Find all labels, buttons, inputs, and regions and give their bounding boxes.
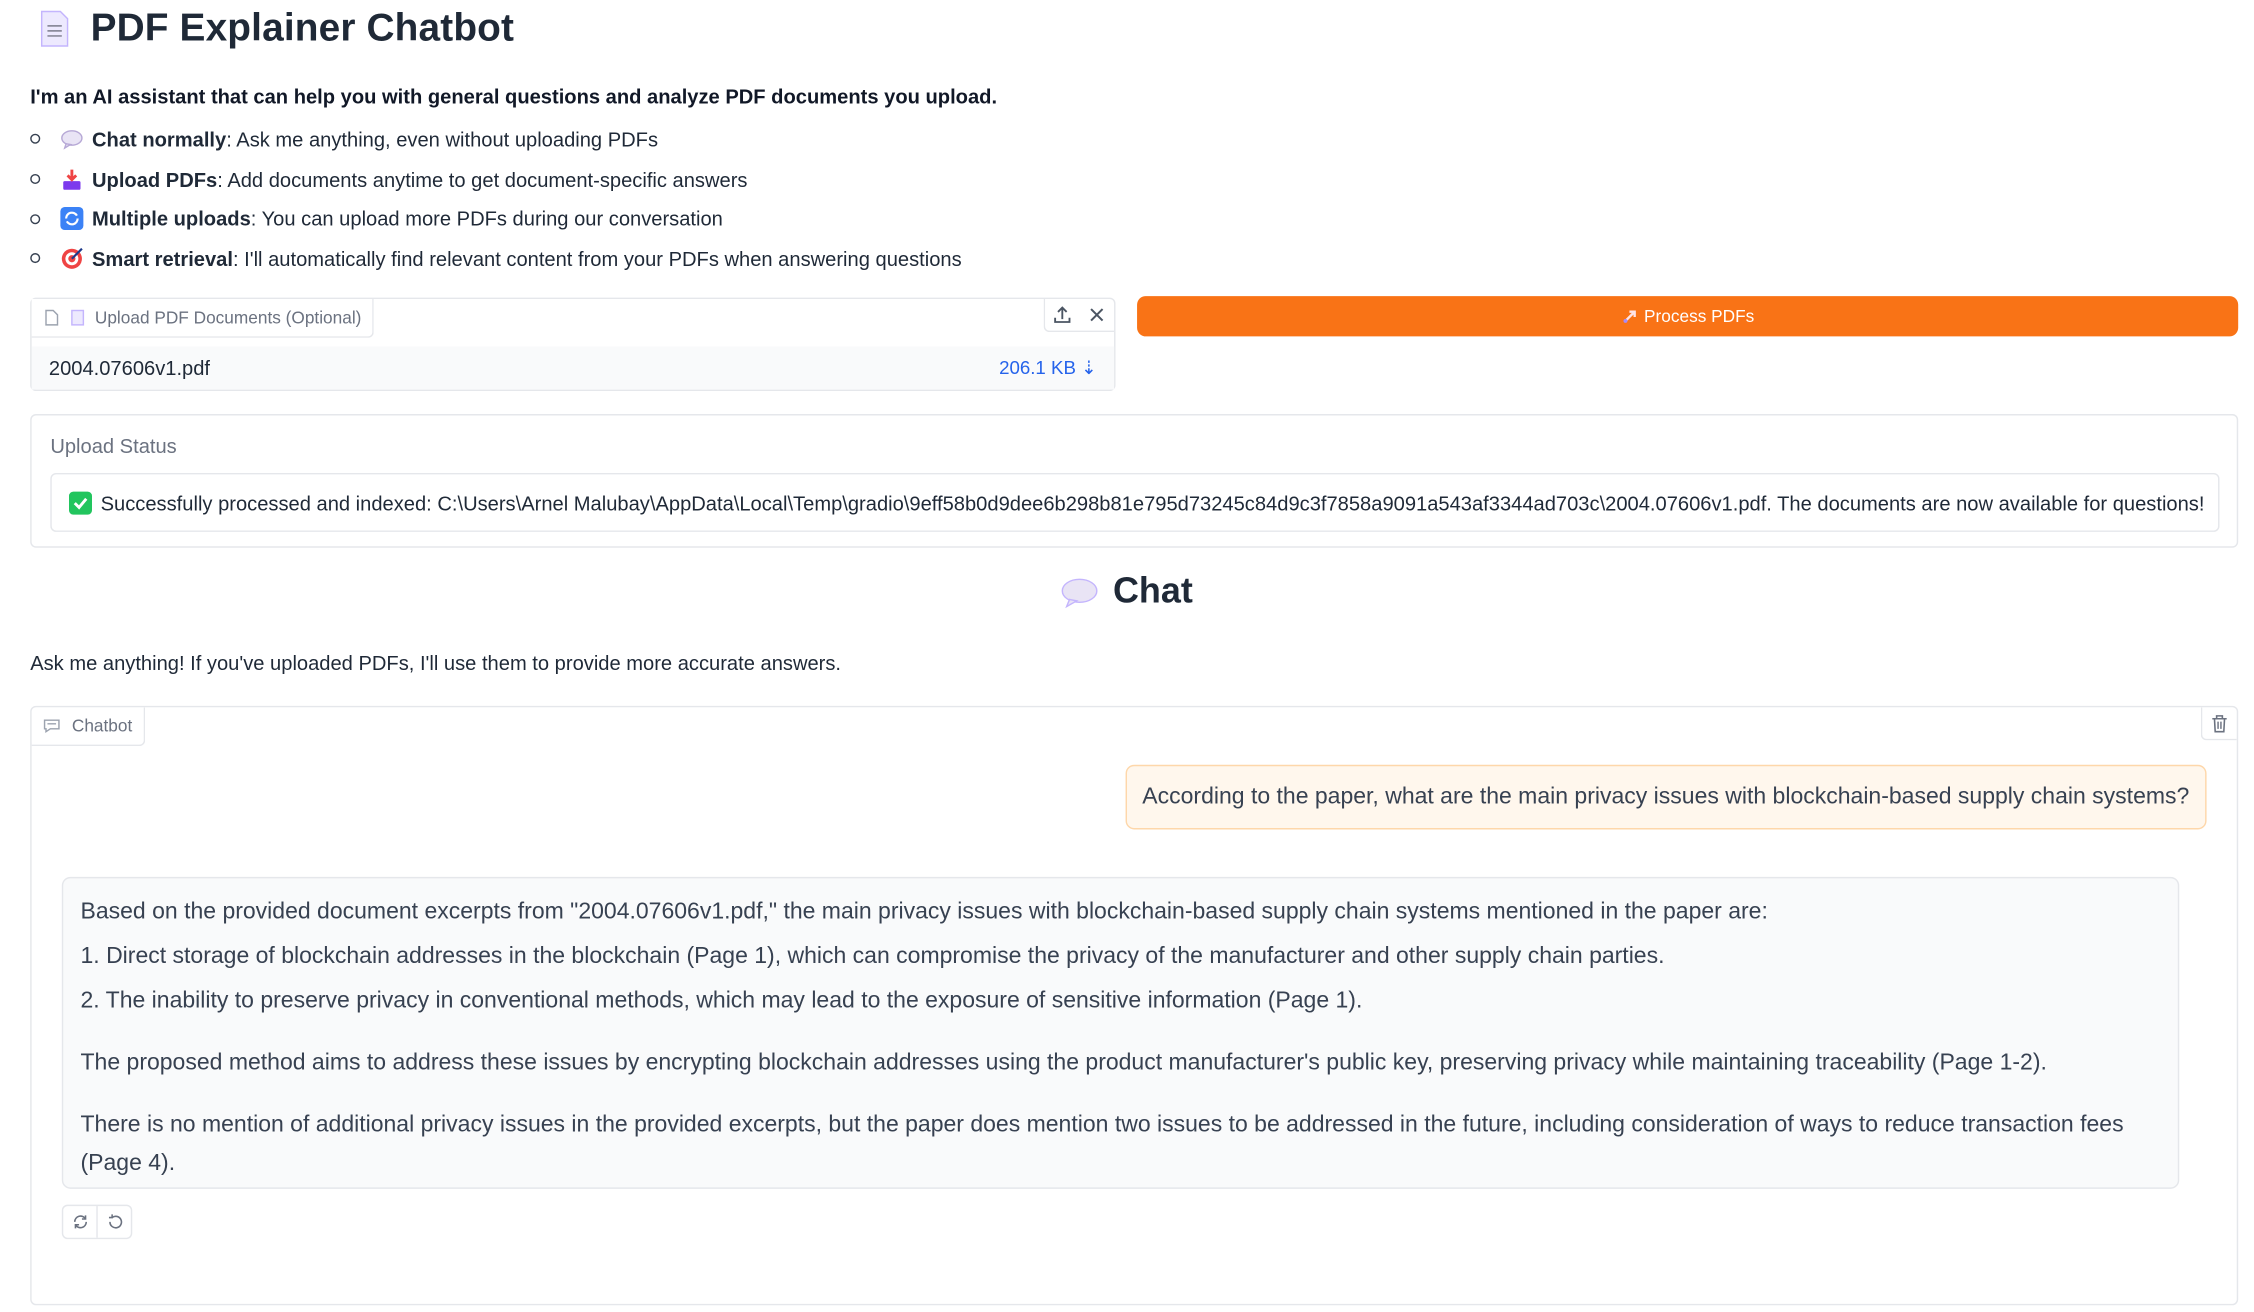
page-title: PDF Explainer Chatbot	[90, 5, 515, 49]
bullet-icon	[30, 253, 41, 264]
bullet-icon	[30, 173, 41, 185]
list-item: Smart retrieval : I'll automatically fin…	[30, 239, 962, 279]
chatbot-label: Chatbot	[31, 707, 146, 747]
list-item: Multiple uploads : You can upload more P…	[30, 199, 961, 239]
document-icon	[71, 309, 85, 326]
feature-text: : You can upload more PDFs during our co…	[250, 207, 723, 231]
feature-title: Smart retrieval	[92, 247, 233, 271]
list-item: Chat normally : Ask me anything, even wi…	[30, 119, 961, 159]
header: PDF Explainer Chatbot	[39, 6, 514, 51]
file-download-link[interactable]: 206.1 KB ⇣	[999, 357, 1097, 380]
pdf-upload[interactable]: Upload PDF Documents (Optional) 2004.076…	[30, 297, 1116, 391]
bullet-icon	[30, 134, 41, 145]
chat-title: Chat	[1112, 570, 1193, 611]
chat-icon	[43, 719, 60, 734]
bot-point: 1. Direct storage of blockchain addresse…	[80, 944, 1665, 969]
intro-text: I'm an AI assistant that can help you wi…	[30, 84, 998, 108]
process-pdfs-button[interactable]: Process PDFs	[1137, 296, 2239, 337]
chatbot-label-text: Chatbot	[71, 715, 133, 736]
inbox-tray-icon	[60, 168, 83, 191]
check-icon	[69, 490, 92, 514]
status-message: Successfully processed and indexed: C:\U…	[100, 490, 2205, 514]
feature-title: Multiple uploads	[92, 207, 251, 231]
refresh-icon	[60, 207, 84, 231]
file-icon	[45, 309, 59, 326]
user-message: According to the paper, what are the mai…	[1125, 764, 2207, 830]
chat-heading: Chat	[0, 571, 2254, 613]
feature-text: : I'll automatically find relevant conte…	[232, 247, 962, 271]
bot-message: Based on the provided document excerpts …	[61, 876, 2180, 1189]
feature-text: : Add documents anytime to get document-…	[217, 167, 748, 191]
upload-icon[interactable]	[1045, 299, 1080, 331]
upload-label: Upload PDF Documents (Optional)	[31, 299, 375, 338]
target-icon	[60, 247, 83, 270]
bot-paragraph: There is no mention of additional privac…	[80, 1112, 2124, 1176]
bot-paragraph: The proposed method aims to address thes…	[80, 1050, 2047, 1076]
feature-list: Chat normally : Ask me anything, even wi…	[30, 119, 962, 279]
feature-title: Chat normally	[92, 127, 227, 151]
list-item: Upload PDFs : Add documents anytime to g…	[30, 159, 961, 199]
bot-paragraph: Based on the provided document excerpts …	[80, 899, 1768, 925]
rocket-icon	[1622, 309, 1636, 323]
status-label: Upload Status	[50, 434, 177, 458]
status-output: Successfully processed and indexed: C:\U…	[50, 472, 2220, 532]
speech-bubble-icon	[60, 128, 83, 151]
chat-subtitle: Ask me anything! If you've uploaded PDFs…	[30, 651, 842, 675]
file-name: 2004.07606v1.pdf	[48, 356, 211, 380]
bullet-icon	[30, 213, 41, 224]
bot-point: 2. The inability to preserve privacy in …	[80, 989, 1363, 1014]
message-actions	[61, 1204, 133, 1240]
undo-icon[interactable]	[96, 1206, 131, 1238]
close-icon[interactable]	[1080, 299, 1115, 331]
chatbot-panel: Chatbot According to the paper, what are…	[30, 705, 2239, 1306]
process-button-label: Process PDFs	[1644, 306, 1755, 327]
document-icon	[40, 10, 69, 46]
feature-title: Upload PDFs	[92, 167, 218, 191]
upload-label-text: Upload PDF Documents (Optional)	[94, 307, 362, 328]
upload-actions	[1043, 299, 1115, 333]
retry-icon[interactable]	[63, 1206, 96, 1238]
upload-status-panel: Upload Status Successfully processed and…	[30, 414, 2239, 548]
feature-text: : Ask me anything, even without uploadin…	[226, 127, 659, 151]
speech-bubble-icon	[1061, 577, 1098, 608]
page: PDF Explainer Chatbot I'm an AI assistan…	[0, 0, 2254, 1312]
trash-icon[interactable]	[2200, 707, 2237, 741]
file-row: 2004.07606v1.pdf 206.1 KB ⇣	[31, 346, 1115, 390]
